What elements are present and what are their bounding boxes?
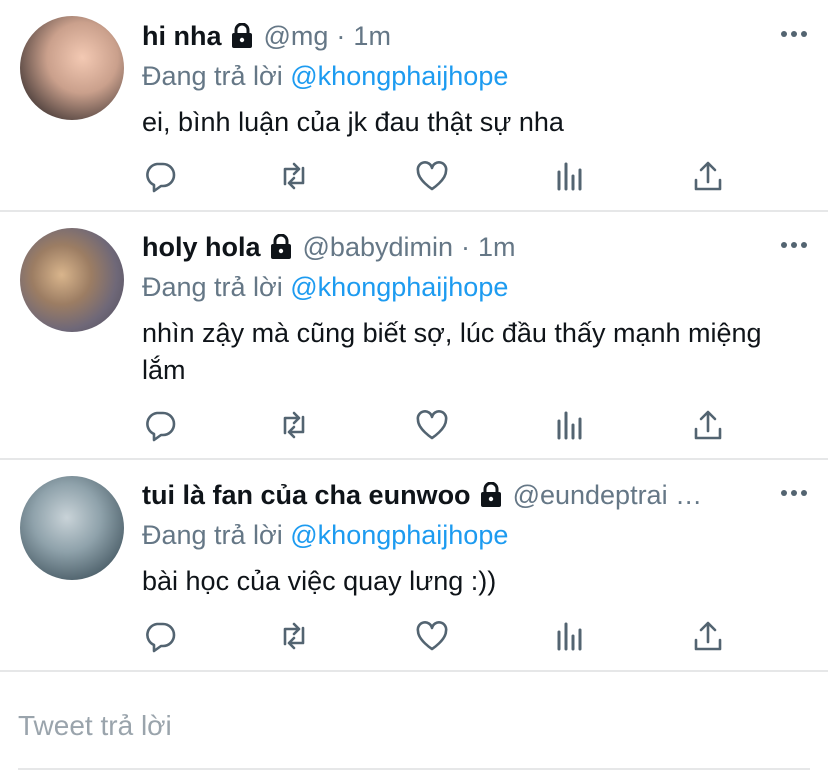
user-handle[interactable]: @eundeptrai … [513,480,703,511]
reply-icon[interactable] [142,158,178,194]
tweet-content: holy hola @babydimin · 1m Đang trả lời @… [142,225,808,389]
separator-dot: · [461,231,470,262]
reply-icon[interactable] [142,618,178,654]
tweet-actions [142,158,742,198]
heart-icon[interactable] [414,158,450,194]
mention-link[interactable]: @khongphaijhope [290,272,508,302]
lock-icon [479,481,503,508]
lock-icon [269,233,293,260]
reply-input[interactable] [18,704,808,748]
avatar[interactable] [20,16,124,120]
separator-dot: · [336,20,346,51]
heart-icon[interactable] [414,407,450,443]
replying-to: Đang trả lời @khongphaijhope [142,58,808,94]
avatar[interactable] [20,228,124,332]
reply-composer [0,672,828,770]
replying-to-label: Đang trả lời [142,61,291,91]
analytics-icon[interactable] [552,407,588,443]
replying-to: Đang trả lời @khongphaijhope [142,517,808,553]
replying-to-label: Đang trả lời [142,520,291,550]
more-icon[interactable] [780,481,808,505]
avatar[interactable] [20,476,124,580]
replying-to: Đang trả lời @khongphaijhope [142,269,808,305]
tweet[interactable]: hi nha @mg · 1m Đang trả lời @khongphaij… [0,0,828,211]
retweet-icon[interactable] [276,407,312,443]
tweet[interactable]: holy hola @babydimin · 1m Đang trả lời @… [0,211,828,459]
share-icon[interactable] [690,158,726,194]
mention-link[interactable]: @khongphaijhope [290,61,508,91]
user-handle[interactable]: @mg [264,21,329,52]
retweet-icon[interactable] [276,618,312,654]
mention-link[interactable]: @khongphaijhope [290,520,508,550]
share-icon[interactable] [690,618,726,654]
tweet-text: bài học của việc quay lưng :)) [142,566,497,596]
timestamp[interactable]: 1m [353,21,391,52]
display-name[interactable]: hi nha [142,21,222,52]
tweet-header: tui là fan của cha eunwoo @eundeptrai … [142,473,808,517]
more-icon[interactable] [780,233,808,257]
analytics-icon[interactable] [552,618,588,654]
display-name[interactable]: tui là fan của cha eunwoo [142,480,471,511]
tweet-text: nhìn zậy mà cũng biết sợ, lúc đầu thấy m… [142,318,762,385]
share-icon[interactable] [690,407,726,443]
display-name[interactable]: holy hola [142,232,261,263]
tweet[interactable]: tui là fan của cha eunwoo @eundeptrai … … [0,459,828,671]
tweet-content: tui là fan của cha eunwoo @eundeptrai … … [142,473,808,600]
heart-icon[interactable] [414,618,450,654]
reply-icon[interactable] [142,407,178,443]
timestamp[interactable]: 1m [478,232,516,263]
reply-thread: hi nha @mg · 1m Đang trả lời @khongphaij… [0,0,828,770]
user-handle[interactable]: @babydimin [303,232,453,263]
more-icon[interactable] [780,22,808,46]
retweet-icon[interactable] [276,158,312,194]
analytics-icon[interactable] [552,158,588,194]
tweet-content: hi nha @mg · 1m Đang trả lời @khongphaij… [142,14,808,141]
tweet-text: ei, bình luận của jk đau thật sự nha [142,107,564,137]
replying-to-label: Đang trả lời [142,272,291,302]
tweet-actions [142,618,742,658]
tweet-header: holy hola @babydimin · 1m [142,225,808,269]
tweet-actions [142,407,742,447]
tweet-header: hi nha @mg · 1m [142,14,808,58]
lock-icon [230,22,254,49]
